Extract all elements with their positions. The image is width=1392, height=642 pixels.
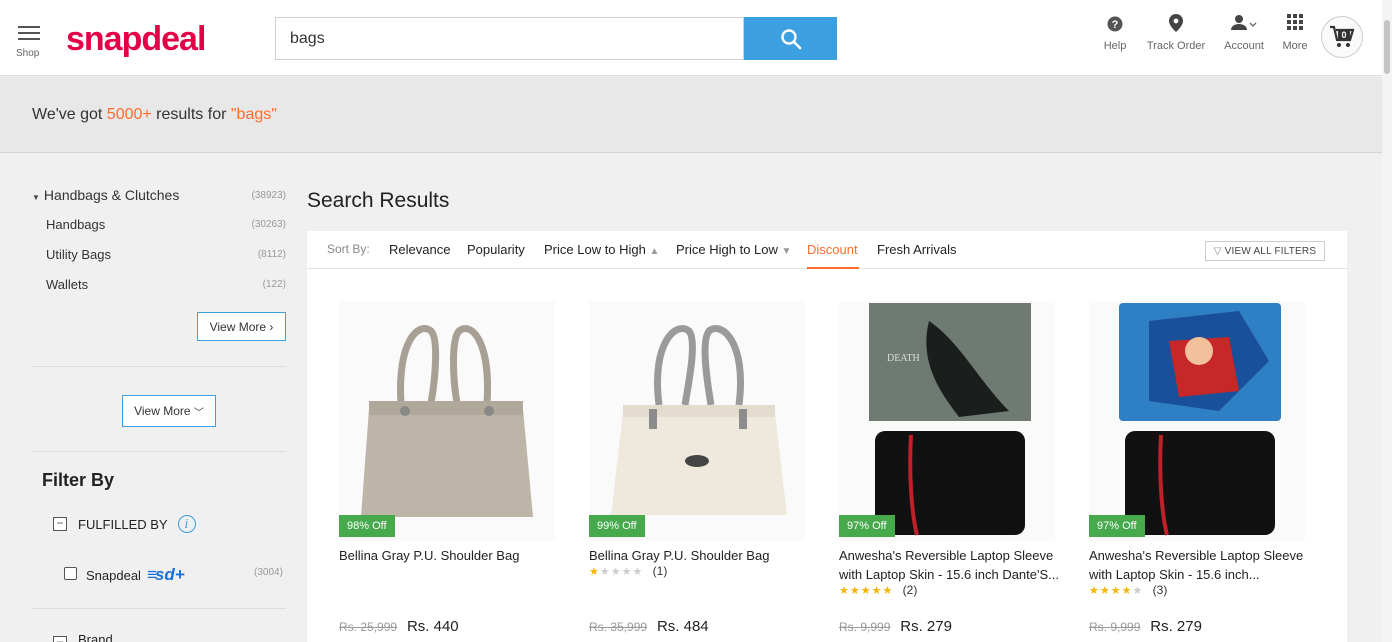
svg-text:DEATH: DEATH xyxy=(887,353,920,364)
view-more-categories-button[interactable]: View More › xyxy=(197,312,286,341)
triangle-up-icon: ▲ xyxy=(649,246,660,257)
snapdeal-checkbox[interactable] xyxy=(64,567,77,580)
sd-plus-logo: ≡sd+ xyxy=(146,565,185,584)
sort-label: Sort By: xyxy=(327,242,370,256)
product-name[interactable]: Anwesha's Reversible Laptop Sleeve with … xyxy=(1089,546,1321,584)
product-card[interactable]: 99% Off Bellina Gray P.U. Shoulder Bag ★… xyxy=(589,269,821,642)
discount-badge: 97% Off xyxy=(1089,515,1145,537)
sale-price: Rs. 484 xyxy=(656,618,709,635)
product-name[interactable]: Anwesha's Reversible Laptop Sleeve with … xyxy=(839,546,1071,584)
review-count: (3) xyxy=(1152,583,1168,597)
discount-badge: 99% Off xyxy=(589,515,645,537)
divider xyxy=(32,366,286,367)
product-name[interactable]: Bellina Gray P.U. Shoulder Bag xyxy=(589,546,821,565)
product-card[interactable]: 98% Off Bellina Gray P.U. Shoulder Bag R… xyxy=(339,269,571,642)
price-row: Rs. 35,999 Rs. 484 xyxy=(589,618,709,635)
results-count: 5000+ xyxy=(106,105,152,123)
sort-popularity[interactable]: Popularity xyxy=(467,242,525,257)
filter-icon: ▽ xyxy=(1213,245,1222,257)
more-menu[interactable]: More xyxy=(1280,14,1310,52)
view-all-filters-button[interactable]: ▽ VIEW ALL FILTERS xyxy=(1205,241,1325,261)
price-row: Rs. 9,999 Rs. 279 xyxy=(839,618,952,635)
sale-price: Rs. 440 xyxy=(406,618,459,635)
triangle-down-icon: ▼ xyxy=(781,246,792,257)
category-item[interactable]: Utility Bags (8112) xyxy=(46,247,286,262)
product-rating: ★★★★★ (3) xyxy=(1089,583,1167,597)
results-query: "bags" xyxy=(230,105,277,123)
product-grid: 98% Off Bellina Gray P.U. Shoulder Bag R… xyxy=(307,269,1347,642)
help-link[interactable]: ? Help xyxy=(1100,14,1130,52)
original-price: Rs. 9,999 xyxy=(839,620,891,634)
info-icon[interactable]: i xyxy=(177,515,196,533)
cart-count: 0 xyxy=(1341,30,1346,40)
account-menu[interactable]: Account xyxy=(1220,14,1268,52)
category-item[interactable]: Wallets (122) xyxy=(46,277,286,292)
top-header: Shop snapdeal bags ? Help Track Order Ac… xyxy=(0,0,1382,76)
location-pin-icon xyxy=(1169,14,1183,32)
product-image[interactable]: DEATH xyxy=(839,301,1055,541)
price-row: Rs. 25,999 Rs. 440 xyxy=(339,618,459,635)
discount-badge: 97% Off xyxy=(839,515,895,537)
sort-price-low-high[interactable]: Price Low to High ▲ xyxy=(544,242,659,257)
search-icon xyxy=(780,28,801,49)
category-handbags-clutches[interactable]: ▼ Handbags & Clutches (38923) xyxy=(32,187,286,203)
sale-price: Rs. 279 xyxy=(1150,618,1202,635)
sort-relevance[interactable]: Relevance xyxy=(389,242,450,257)
page-scrollbar[interactable] xyxy=(1382,0,1392,642)
discount-badge: 98% Off xyxy=(339,515,395,537)
rating-stars: ★★★★★ xyxy=(1089,585,1144,597)
chevron-right-icon: › xyxy=(269,319,274,334)
search-input[interactable]: bags xyxy=(275,17,744,60)
brand-heading: Brand xyxy=(78,632,113,642)
snapdeal-count: (3004) xyxy=(254,567,283,578)
snapdeal-option-label[interactable]: Snapdeal ≡sd+ xyxy=(86,565,185,585)
sale-price: Rs. 279 xyxy=(900,618,952,635)
shop-label[interactable]: Shop xyxy=(16,48,39,59)
snapdeal-logo[interactable]: snapdeal xyxy=(66,20,206,59)
product-card[interactable]: DEATH 97% Off Anwesha's Reversible Lapto… xyxy=(839,269,1071,642)
cart-button[interactable]: 0 xyxy=(1321,16,1363,58)
svg-text:?: ? xyxy=(1112,19,1119,31)
chevron-down-icon: ﹀ xyxy=(193,407,204,419)
sort-discount[interactable]: Discount xyxy=(807,242,858,257)
review-count: (1) xyxy=(652,564,668,578)
collapse-icon[interactable]: − xyxy=(53,636,67,642)
review-count: (2) xyxy=(902,583,918,597)
product-image[interactable] xyxy=(589,301,805,541)
divider xyxy=(32,608,286,609)
help-icon: ? xyxy=(1107,16,1123,32)
original-price: Rs. 9,999 xyxy=(1089,620,1141,634)
caret-down-icon: ▼ xyxy=(32,193,40,202)
sort-bar: Sort By: Relevance Popularity Price Low … xyxy=(307,231,1347,269)
sort-price-high-low[interactable]: Price High to Low ▼ xyxy=(676,242,791,257)
track-order-link[interactable]: Track Order xyxy=(1144,14,1208,52)
product-image[interactable] xyxy=(339,301,555,541)
sort-fresh-arrivals[interactable]: Fresh Arrivals xyxy=(877,242,956,257)
product-rating: ★★★★★ (2) xyxy=(839,583,917,597)
price-row: Rs. 9,999 Rs. 279 xyxy=(1089,618,1202,635)
product-image[interactable] xyxy=(1089,301,1305,541)
product-card[interactable]: 97% Off Anwesha's Reversible Laptop Slee… xyxy=(1089,269,1321,642)
category-item[interactable]: Handbags (30263) xyxy=(46,217,286,232)
view-more-button[interactable]: View More ﹀ xyxy=(122,395,216,427)
grid-icon xyxy=(1287,14,1303,30)
fulfilled-by-heading: FULFILLED BY i xyxy=(78,515,196,533)
filter-by-heading: Filter By xyxy=(42,470,115,490)
page-title: Search Results xyxy=(307,189,450,212)
original-price: Rs. 25,999 xyxy=(339,620,398,634)
search-button[interactable] xyxy=(744,17,837,60)
original-price: Rs. 35,999 xyxy=(589,620,648,634)
product-rating: ★★★★★ (1) xyxy=(589,564,667,578)
menu-icon[interactable] xyxy=(18,26,40,44)
product-name[interactable]: Bellina Gray P.U. Shoulder Bag xyxy=(339,546,571,565)
collapse-icon[interactable]: − xyxy=(53,517,67,531)
user-icon xyxy=(1231,15,1257,30)
results-summary: We've got 5000+ results for "bags" xyxy=(0,77,1382,153)
cart-icon: 0 xyxy=(1330,25,1355,47)
rating-stars: ★★★★★ xyxy=(589,566,644,578)
rating-stars: ★★★★★ xyxy=(839,585,894,597)
divider xyxy=(32,451,286,452)
scrollbar-thumb[interactable] xyxy=(1384,20,1390,74)
